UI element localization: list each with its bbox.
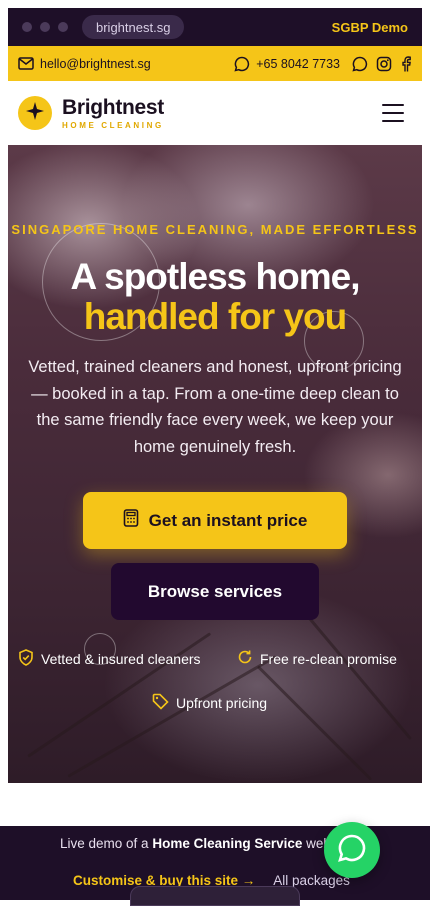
logo-mark[interactable] — [18, 96, 52, 130]
sparkle-icon — [25, 101, 45, 126]
refresh-icon — [237, 649, 253, 668]
trust-badge-reclean: Free re-clean promise — [237, 649, 397, 668]
trust-label: Upfront pricing — [176, 695, 268, 711]
trust-badge-vetted: Vetted & insured cleaners — [18, 649, 201, 669]
hero-subtext: Vetted, trained cleaners and honest, upf… — [28, 358, 402, 456]
banner-bold: Home Cleaning Service — [152, 836, 303, 851]
brand-tagline: HOME CLEANING — [62, 120, 164, 130]
window-dot[interactable] — [22, 22, 32, 32]
headline-line-2: handled for you — [83, 296, 348, 337]
contact-bar: hello@brightnest.sg +65 8042 7733 — [8, 46, 422, 81]
hero-headline: A spotless home, handled for you — [8, 257, 422, 337]
facebook-icon[interactable] — [400, 55, 412, 72]
brand-name: Brightnest — [62, 95, 165, 119]
email-link[interactable]: hello@brightnest.sg — [18, 57, 151, 71]
window-dot[interactable] — [58, 22, 68, 32]
brand[interactable]: Brightnest HOME CLEANING — [62, 97, 164, 130]
background-decoration — [256, 665, 373, 781]
instant-price-label: Get an instant price — [148, 510, 308, 530]
phone-text: +65 8042 7733 — [256, 56, 340, 71]
trust-badge-pricing: Upfront pricing — [152, 693, 267, 713]
address-bar[interactable]: brightnest.sg — [82, 15, 185, 39]
demo-label: SGBP Demo — [331, 19, 408, 35]
chat-bubble-icon — [234, 56, 250, 72]
window-dot[interactable] — [40, 22, 50, 32]
headline-line-1: A spotless home, — [70, 256, 361, 297]
trust-label: Free re-clean promise — [260, 650, 397, 667]
trust-label: Vetted & insured cleaners — [41, 651, 201, 667]
browse-services-label: Browse services — [147, 581, 283, 601]
instant-price-button[interactable]: Get an instant price — [83, 492, 347, 549]
calculator-icon — [123, 509, 139, 532]
window-controls — [22, 22, 68, 32]
background-decoration — [67, 655, 277, 778]
browser-bar: brightnest.sg SGBP Demo — [8, 8, 422, 46]
instagram-icon[interactable] — [376, 56, 392, 72]
hero-eyebrow: SINGAPORE HOME CLEANING, MADE EFFORTLESS — [11, 222, 419, 237]
menu-icon[interactable] — [382, 104, 404, 122]
email-text: hello@brightnest.sg — [40, 56, 151, 71]
whatsapp-chat-icon — [337, 833, 367, 868]
bottom-dock[interactable] — [130, 886, 300, 906]
browse-services-button[interactable]: Browse services — [111, 563, 319, 620]
demo-banner-text: Live demo of a Home Cleaning Service web… — [60, 836, 341, 851]
whatsapp-icon[interactable] — [352, 56, 368, 72]
hero-section: SINGAPORE HOME CLEANING, MADE EFFORTLESS… — [8, 145, 422, 783]
site-header: Brightnest HOME CLEANING — [8, 81, 422, 145]
tag-icon — [152, 693, 169, 713]
background-decoration — [306, 615, 412, 741]
whatsapp-chat-button[interactable] — [324, 822, 380, 878]
shield-check-icon — [18, 649, 34, 669]
mail-icon — [18, 57, 34, 70]
phone-link[interactable]: +65 8042 7733 — [234, 56, 340, 72]
banner-prefix: Live demo of a — [60, 836, 149, 851]
